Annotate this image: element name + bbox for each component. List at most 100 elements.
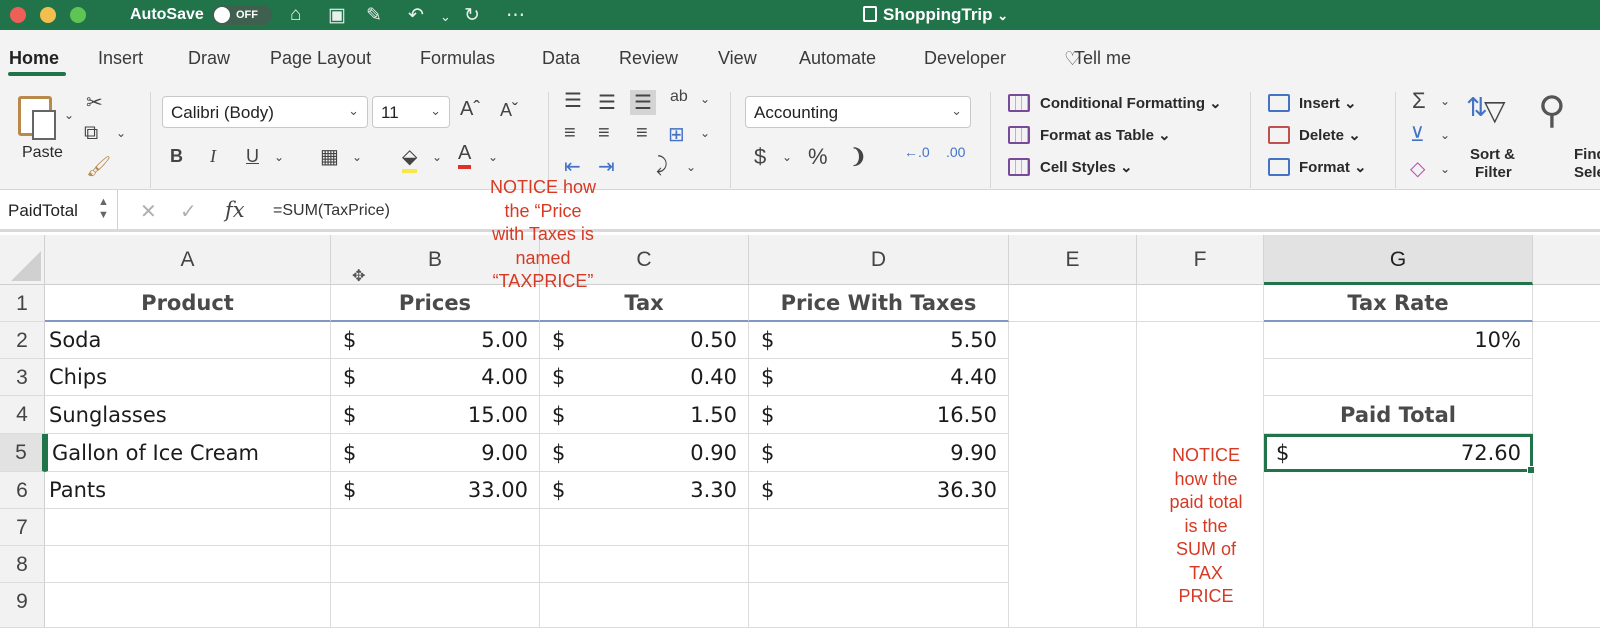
fill-dropdown-icon[interactable]: ⌄ (1440, 128, 1450, 142)
tax-rate-value-cell[interactable]: 10% (1264, 322, 1533, 359)
wrap-dropdown-icon[interactable]: ⌄ (686, 160, 696, 174)
total-cell[interactable]: $9.90 (749, 434, 1009, 472)
font-color-dropdown-icon[interactable]: ⌄ (488, 150, 498, 164)
confirm-entry-icon[interactable]: ✓ (180, 199, 197, 224)
format-as-table-button[interactable]: Format as Table ⌄ (1040, 126, 1171, 144)
comma-style-button[interactable]: ❩ (850, 144, 867, 169)
insert-function-icon[interactable]: fx (225, 198, 245, 222)
empty-cell[interactable] (45, 583, 331, 628)
decrease-font-icon[interactable]: Aˇ (500, 100, 518, 121)
document-title[interactable]: ShoppingTrip ⌄ (863, 5, 1008, 25)
autosum-dropdown-icon[interactable]: ⌄ (1440, 94, 1450, 108)
header-cell-product[interactable]: Product (45, 285, 331, 322)
maximize-window-button[interactable] (70, 7, 86, 23)
format-painter-icon[interactable]: 🖌 (86, 154, 111, 179)
empty-cell[interactable] (540, 546, 749, 583)
align-center-icon[interactable]: ≡ (598, 122, 610, 145)
tab-view[interactable]: View (718, 48, 757, 69)
formula-input[interactable]: =SUM(TaxPrice) (273, 202, 390, 220)
autosum-icon[interactable]: Σ (1412, 88, 1426, 114)
tax-cell[interactable]: $3.30 (540, 472, 749, 509)
cell-e1[interactable] (1009, 285, 1137, 322)
cell-f1[interactable] (1137, 285, 1264, 322)
row-header-4[interactable]: 4 (0, 396, 45, 434)
find-select-label-2[interactable]: Sele (1574, 164, 1600, 181)
insert-cells-button[interactable]: Insert ⌄ (1299, 94, 1357, 112)
cancel-entry-icon[interactable]: ✕ (140, 199, 157, 224)
minimize-window-button[interactable] (40, 7, 56, 23)
align-left-icon[interactable]: ≡ (564, 122, 576, 145)
undo-icon[interactable]: ↶ (408, 4, 424, 27)
column-header-a[interactable]: A (45, 235, 331, 285)
wrap-text-icon[interactable]: ⤸ (656, 154, 668, 177)
price-cell[interactable]: $15.00 (331, 396, 540, 434)
tab-data[interactable]: Data (542, 48, 580, 69)
paste-button[interactable]: Paste (14, 92, 66, 162)
underline-dropdown-icon[interactable]: ⌄ (274, 150, 284, 164)
align-right-icon[interactable]: ≡ (636, 122, 648, 145)
tax-cell[interactable]: $0.40 (540, 359, 749, 396)
empty-cell[interactable] (540, 509, 749, 546)
cell-h1[interactable] (1533, 285, 1600, 322)
tab-page-layout[interactable]: Page Layout (270, 48, 371, 69)
increase-decimal-icon[interactable]: ←.0 (904, 144, 930, 160)
empty-cell[interactable] (331, 583, 540, 628)
font-name-select[interactable]: Calibri (Body) ⌄ (162, 96, 368, 128)
cut-icon[interactable]: ✂ (86, 90, 103, 115)
copy-icon[interactable]: ⧉ (84, 122, 98, 145)
table-row[interactable]: Pants (45, 472, 331, 509)
column-header-e[interactable]: E (1009, 235, 1137, 285)
tax-rate-label-cell[interactable]: Tax Rate (1264, 285, 1533, 322)
total-cell[interactable]: $36.30 (749, 472, 1009, 509)
delete-cells-button[interactable]: Delete ⌄ (1299, 126, 1361, 144)
decrease-decimal-icon[interactable]: .00 (946, 144, 965, 160)
fill-color-dropdown-icon[interactable]: ⌄ (432, 150, 442, 164)
row-header-8[interactable]: 8 (0, 546, 45, 583)
font-color-icon[interactable]: A (458, 142, 472, 169)
column-header-d[interactable]: D (749, 235, 1009, 285)
column-header-h[interactable] (1533, 235, 1600, 285)
underline-button[interactable]: U (246, 146, 259, 167)
row-header-1[interactable]: 1 (0, 285, 45, 322)
font-size-select[interactable]: 11 ⌄ (372, 96, 450, 128)
tell-me[interactable]: Tell me (1074, 48, 1131, 69)
tab-review[interactable]: Review (619, 48, 678, 69)
price-cell[interactable]: $4.00 (331, 359, 540, 396)
sort-filter-label-1[interactable]: Sort & (1470, 146, 1515, 163)
price-cell[interactable]: $9.00 (331, 434, 540, 472)
row-header-7[interactable]: 7 (0, 509, 45, 546)
total-cell[interactable]: $5.50 (749, 322, 1009, 359)
fill-icon[interactable]: ⊻ (1410, 122, 1425, 147)
row-header-3[interactable]: 3 (0, 359, 45, 396)
autosave-toggle[interactable]: OFF (212, 5, 272, 25)
total-cell[interactable]: $16.50 (749, 396, 1009, 434)
tax-cell[interactable]: $1.50 (540, 396, 749, 434)
number-format-select[interactable]: Accounting ⌄ (745, 96, 971, 128)
accounting-format-button[interactable]: $ (754, 144, 766, 170)
conditional-formatting-button[interactable]: Conditional Formatting ⌄ (1040, 94, 1222, 112)
cell-styles-button[interactable]: Cell Styles ⌄ (1040, 158, 1133, 176)
save-icon[interactable]: ▣ (328, 4, 346, 27)
find-search-icon[interactable]: ⚲ (1538, 88, 1566, 133)
fill-handle[interactable] (1527, 466, 1535, 474)
borders-dropdown-icon[interactable]: ⌄ (352, 150, 362, 164)
tab-home[interactable]: Home (9, 48, 59, 69)
more-icon[interactable]: ⋯ (506, 4, 525, 27)
empty-cell[interactable] (331, 546, 540, 583)
bold-button[interactable]: B (170, 146, 183, 167)
tax-cell[interactable]: $0.90 (540, 434, 749, 472)
tab-draw[interactable]: Draw (188, 48, 230, 69)
align-top-icon[interactable]: ☰ (564, 88, 582, 113)
percent-style-button[interactable]: % (808, 144, 828, 170)
empty-cell[interactable] (331, 509, 540, 546)
table-row[interactable]: Chips (45, 359, 331, 396)
accounting-dropdown-icon[interactable]: ⌄ (782, 150, 792, 164)
clear-dropdown-icon[interactable]: ⌄ (1440, 162, 1450, 176)
cell-g3[interactable] (1264, 359, 1533, 396)
column-g-empty-cells[interactable] (1264, 472, 1533, 628)
orientation-dropdown-icon[interactable]: ⌄ (700, 92, 710, 106)
increase-font-icon[interactable]: Aˆ (460, 98, 480, 121)
paste-dropdown-icon[interactable]: ⌄ (64, 108, 74, 122)
align-bottom-icon[interactable]: ☰ (630, 90, 656, 115)
column-h-empty-cells[interactable] (1533, 322, 1600, 628)
